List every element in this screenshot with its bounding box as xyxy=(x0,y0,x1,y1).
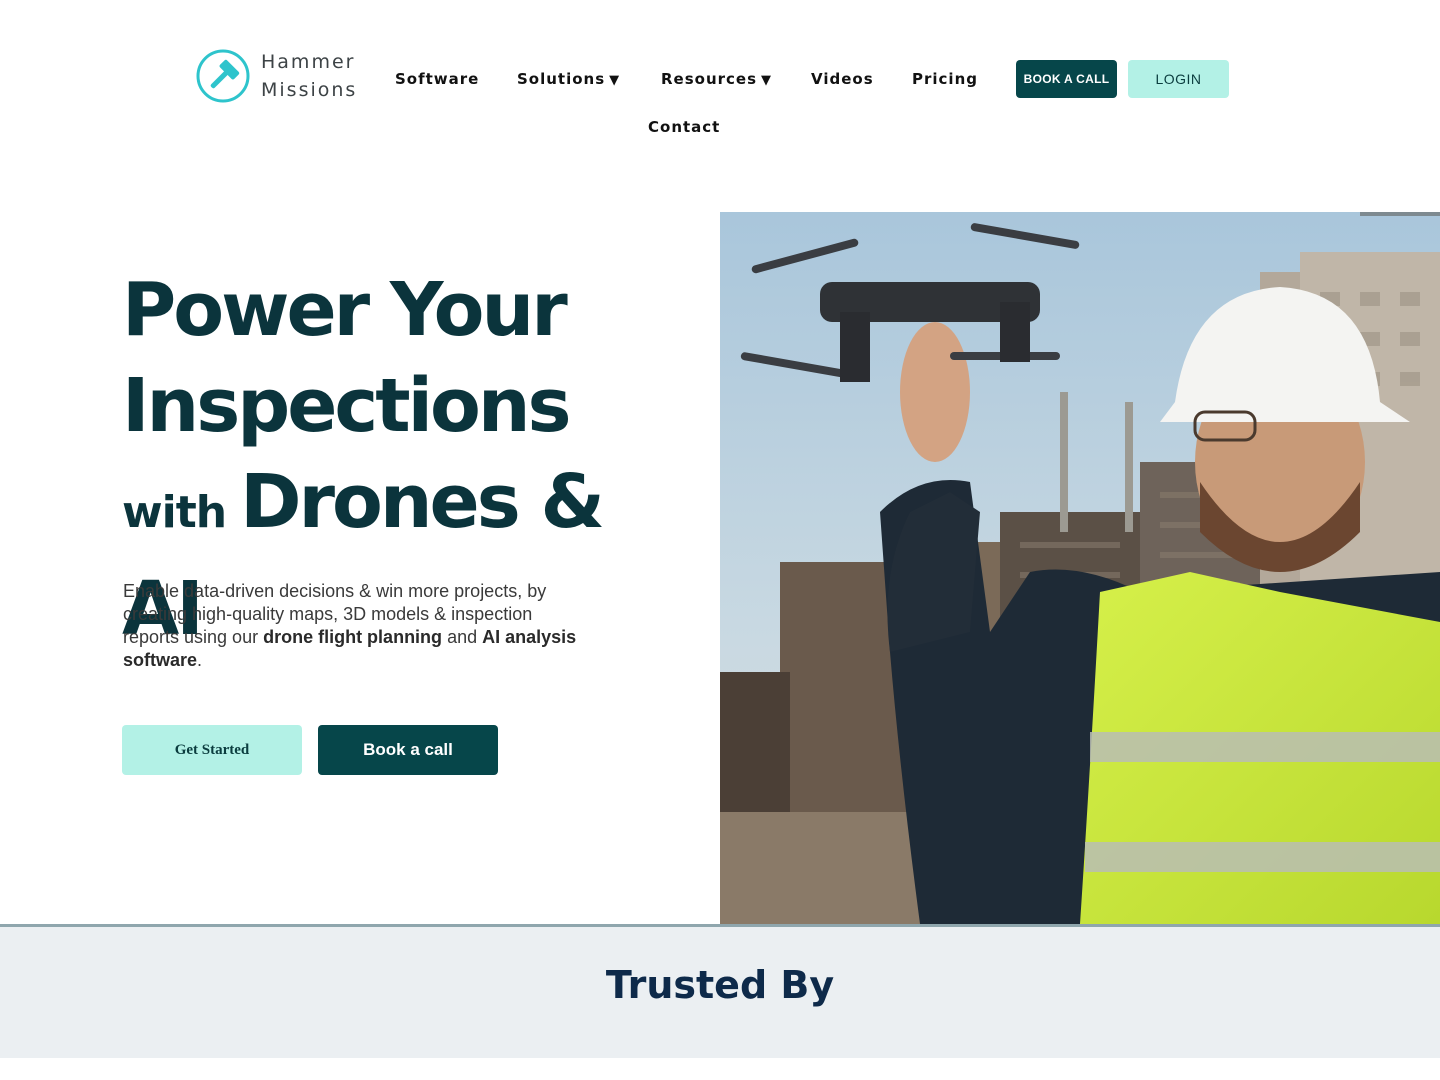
trusted-title: Trusted By xyxy=(605,963,835,1007)
hero-description: Enable data-driven decisions & win more … xyxy=(123,580,593,672)
caret-down-icon: ▼ xyxy=(609,73,621,88)
book-call-button[interactable]: BOOK A CALL xyxy=(1016,60,1117,98)
nav-software[interactable]: Software xyxy=(395,70,479,88)
hero-title-with: with xyxy=(122,487,227,538)
nav-contact[interactable]: Contact xyxy=(648,118,720,136)
brand-name-line2: Missions xyxy=(261,79,358,101)
hero-desc-part3: . xyxy=(197,650,203,670)
nav-videos[interactable]: Videos xyxy=(811,70,874,88)
brand-name-line1: Hammer xyxy=(261,51,356,73)
nav-resources[interactable]: Resources ▼ xyxy=(661,70,772,88)
nav-solutions[interactable]: Solutions ▼ xyxy=(517,70,620,88)
nav-resources-label: Resources xyxy=(661,70,758,88)
get-started-button[interactable]: Get Started xyxy=(122,725,302,775)
nav-solutions-label: Solutions xyxy=(517,70,606,88)
drone-inspector-photo-icon xyxy=(720,212,1440,924)
nav-software-label: Software xyxy=(395,70,480,88)
hero-title-line1: Power Your xyxy=(122,267,568,353)
login-button[interactable]: LOGIN xyxy=(1128,60,1229,98)
trusted-section: Trusted By xyxy=(0,924,1440,1058)
caret-down-icon: ▼ xyxy=(761,73,773,88)
nav-pricing-label: Pricing xyxy=(912,70,978,88)
hero-title-line2: Inspections xyxy=(122,363,572,449)
hammer-icon xyxy=(196,49,250,103)
nav-videos-label: Videos xyxy=(811,70,874,88)
brand-name: Hammer Missions xyxy=(261,48,357,104)
hero-desc-part2: and xyxy=(442,627,483,647)
brand-logo[interactable]: Hammer Missions xyxy=(196,48,357,104)
book-call-hero-button[interactable]: Book a call xyxy=(318,725,498,775)
nav-contact-label: Contact xyxy=(648,118,721,136)
hero-image xyxy=(720,212,1440,924)
nav-pricing[interactable]: Pricing xyxy=(912,70,978,88)
hero-desc-flight-planning: drone flight planning xyxy=(263,627,443,647)
